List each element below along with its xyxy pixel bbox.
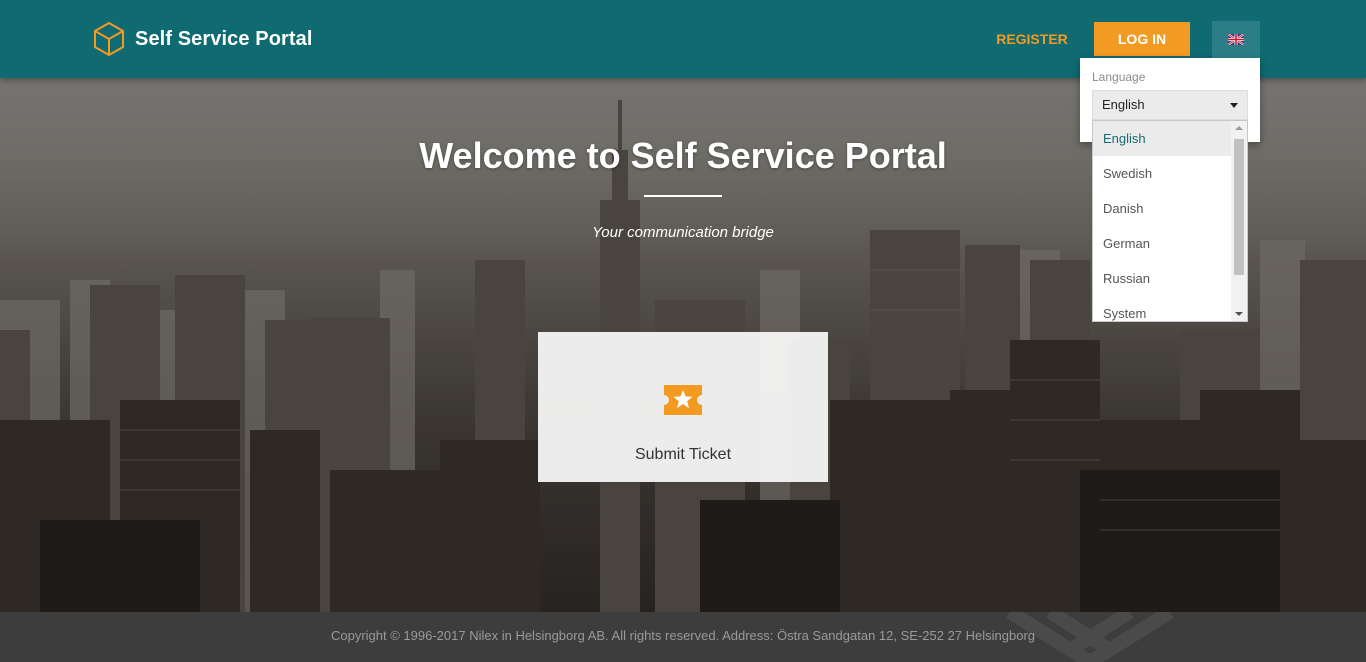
language-button[interactable] bbox=[1212, 21, 1260, 58]
language-option-swedish[interactable]: Swedish bbox=[1093, 156, 1231, 191]
language-option-danish[interactable]: Danish bbox=[1093, 191, 1231, 226]
language-option-system[interactable]: System bbox=[1093, 296, 1231, 321]
language-option-english[interactable]: English bbox=[1093, 121, 1231, 156]
ticket-star-icon bbox=[664, 385, 702, 415]
scroll-down-arrow-icon[interactable] bbox=[1235, 312, 1243, 316]
scroll-up-arrow-icon[interactable] bbox=[1235, 126, 1243, 130]
caret-down-icon bbox=[1230, 103, 1238, 108]
cube-icon bbox=[94, 21, 124, 57]
footer-copyright: Copyright © 1996-2017 Nilex in Helsingbo… bbox=[330, 628, 1036, 643]
language-select-value: English bbox=[1102, 97, 1145, 112]
uk-flag-icon bbox=[1228, 34, 1244, 45]
login-button[interactable]: LOG IN bbox=[1094, 22, 1190, 56]
language-label: Language bbox=[1092, 70, 1146, 84]
language-option-german[interactable]: German bbox=[1093, 226, 1231, 261]
language-options-list[interactable]: English Swedish Danish German Russian Sy… bbox=[1092, 120, 1248, 322]
title-divider bbox=[644, 195, 722, 197]
language-option-russian[interactable]: Russian bbox=[1093, 261, 1231, 296]
submit-ticket-label: Submit Ticket bbox=[634, 446, 732, 463]
footer: Copyright © 1996-2017 Nilex in Helsingbo… bbox=[0, 612, 1366, 662]
submit-ticket-tile[interactable]: Submit Ticket bbox=[538, 332, 828, 482]
scrollbar-thumb[interactable] bbox=[1234, 139, 1244, 275]
list-scrollbar[interactable] bbox=[1231, 121, 1247, 321]
brand[interactable]: Self Service Portal bbox=[92, 21, 313, 57]
language-select[interactable]: English bbox=[1092, 90, 1248, 120]
site-title: Self Service Portal bbox=[135, 27, 313, 50]
register-link[interactable]: REGISTER bbox=[984, 22, 1080, 56]
